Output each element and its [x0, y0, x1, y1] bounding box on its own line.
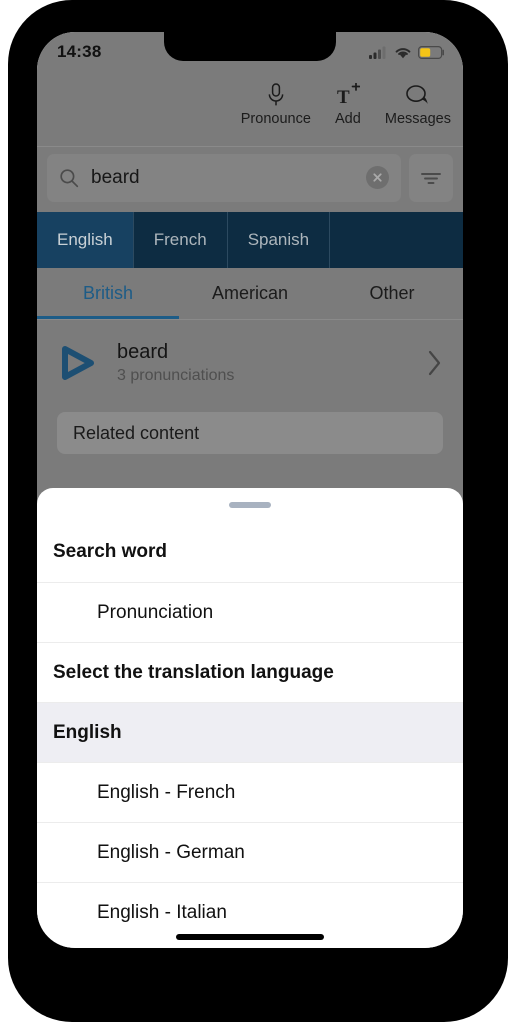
bottom-sheet: Search word Pronunciation Select the tra… [37, 488, 463, 948]
top-toolbar: Pronounce T Add Messages [37, 72, 463, 144]
result-row[interactable]: beard 3 pronunciations [37, 320, 463, 406]
wifi-icon [395, 47, 411, 58]
sheet-row-english-french[interactable]: English - French [37, 762, 463, 822]
sheet-row-search-word: Search word [53, 541, 168, 562]
messages-icon [405, 82, 431, 108]
toolbar-item-pronounce[interactable]: Pronounce [237, 80, 315, 129]
search-box[interactable]: beard [47, 153, 401, 202]
variety-tab-other[interactable]: Other [321, 268, 463, 319]
language-tabs: English French Spanish [37, 212, 463, 268]
related-content-pill[interactable]: Related content [57, 412, 443, 454]
battery-icon [418, 45, 444, 59]
notch [164, 32, 336, 61]
phone-frame: 14:38 Pronounce T Add Messages beard Eng… [8, 0, 508, 1022]
result-word: beard [117, 340, 169, 363]
toolbar-item-add[interactable]: T Add [317, 80, 379, 129]
sheet-row-group-english[interactable]: English [37, 702, 463, 762]
result-text: beard 3 pronunciations [117, 340, 411, 387]
language-tab-french[interactable]: French [134, 212, 228, 268]
toolbar-label-messages: Messages [384, 111, 451, 127]
language-tab-english[interactable]: English [37, 212, 134, 268]
toolbar-item-messages[interactable]: Messages [381, 80, 455, 129]
search-icon [60, 168, 79, 187]
status-bar-icons [369, 45, 445, 59]
sheet-row-select-translation-language: Select the translation language [37, 642, 463, 702]
drag-handle[interactable] [229, 502, 271, 508]
chevron-right-icon[interactable] [427, 349, 443, 377]
search-row: beard [37, 146, 463, 208]
sheet-row-list: Search word Pronunciation Select the tra… [37, 522, 463, 942]
home-indicator[interactable] [176, 934, 324, 940]
variety-tab-british[interactable]: British [37, 268, 179, 319]
add-text-icon: T [336, 82, 360, 108]
clear-icon[interactable] [366, 166, 389, 189]
language-tabs-empty-space [330, 212, 463, 268]
cellular-signal-icon [369, 46, 386, 59]
variety-tabs: British American Other [37, 268, 463, 320]
language-tab-spanish[interactable]: Spanish [228, 212, 331, 268]
toolbar-label-pronounce: Pronounce [240, 111, 311, 127]
variety-tab-american[interactable]: American [179, 268, 321, 319]
toolbar-label-add: Add [335, 111, 361, 127]
microphone-icon [267, 82, 285, 108]
sheet-row-english-german[interactable]: English - German [37, 822, 463, 882]
related-content-label: Related content [73, 422, 200, 443]
svg-text:T: T [337, 87, 350, 107]
sheet-row-pronunciation[interactable]: Pronunciation [37, 582, 463, 642]
status-bar-clock: 14:38 [57, 42, 102, 61]
search-input[interactable]: beard [91, 167, 354, 189]
filter-icon[interactable] [409, 153, 453, 202]
phone-screen: 14:38 Pronounce T Add Messages beard Eng… [37, 32, 463, 948]
play-icon[interactable] [57, 343, 101, 383]
result-subtitle: 3 pronunciations [117, 366, 235, 384]
sheet-row-english-italian[interactable]: English - Italian [37, 882, 463, 942]
